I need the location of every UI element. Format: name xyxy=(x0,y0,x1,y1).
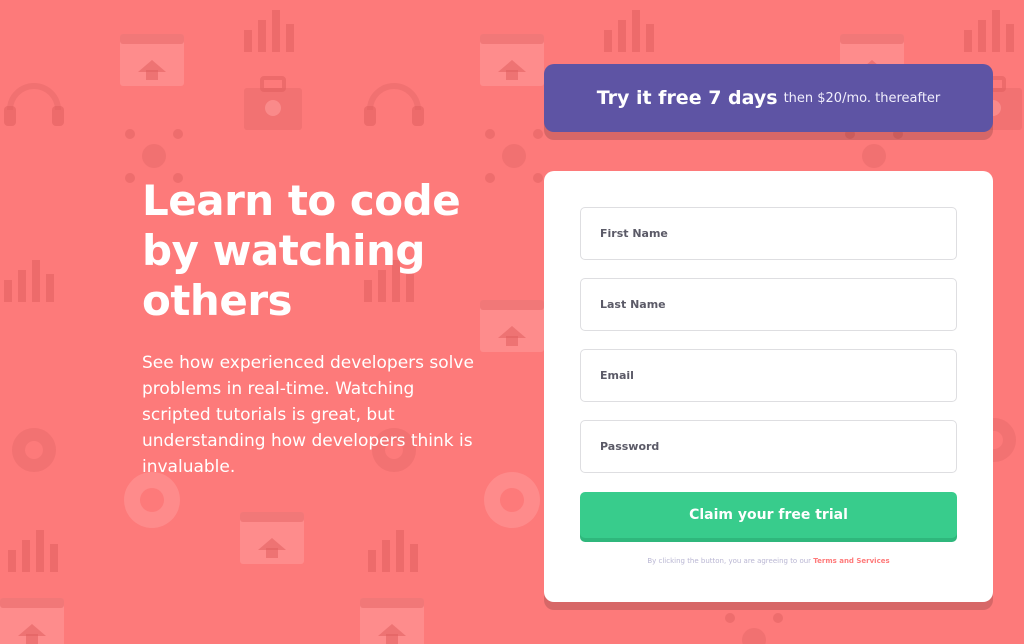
hero-section: Learn to code by watching others See how… xyxy=(142,176,492,480)
hero-title: Learn to code by watching others xyxy=(142,176,461,325)
trial-promo-banner: Try it free 7 days then $20/mo. thereaft… xyxy=(544,64,993,132)
terms-prefix: By clicking the button, you are agreeing… xyxy=(647,557,812,565)
hero-description: See how experienced developers solve pro… xyxy=(142,353,474,477)
last-name-field[interactable] xyxy=(580,278,957,331)
terms-link[interactable]: Terms and Services xyxy=(813,557,889,565)
terms-notice: By clicking the button, you are agreeing… xyxy=(544,557,993,565)
promo-price-note: then $20/mo. thereafter xyxy=(783,90,941,106)
password-field[interactable] xyxy=(580,420,957,473)
email-field[interactable] xyxy=(580,349,957,402)
claim-trial-button[interactable]: Claim your free trial xyxy=(580,492,957,538)
promo-headline: Try it free 7 days xyxy=(596,87,778,109)
signup-form: Claim your free trial By clicking the bu… xyxy=(544,171,993,602)
first-name-field[interactable] xyxy=(580,207,957,260)
